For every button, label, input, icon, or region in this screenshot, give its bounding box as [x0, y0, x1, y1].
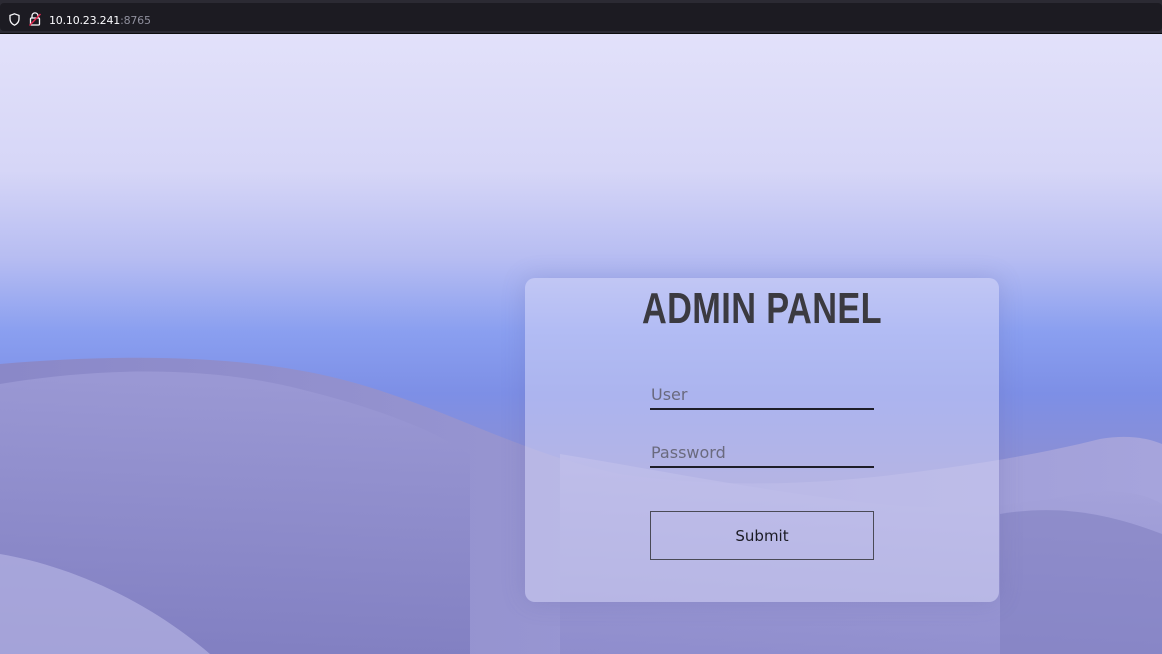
- lock-insecure-icon[interactable]: [29, 12, 41, 26]
- page-viewport: ADMIN PANEL Submit: [0, 34, 1162, 654]
- page-title: ADMIN PANEL: [641, 284, 883, 333]
- user-input[interactable]: [650, 380, 874, 410]
- url-port: :8765: [120, 14, 151, 27]
- password-input[interactable]: [650, 438, 874, 468]
- submit-button[interactable]: Submit: [650, 511, 874, 560]
- url-host: 10.10.23.241: [49, 14, 121, 27]
- login-panel: ADMIN PANEL Submit: [525, 278, 999, 602]
- shield-icon[interactable]: [9, 13, 20, 26]
- browser-toolbar: 10.10.23.241:8765: [0, 0, 1162, 34]
- address-bar[interactable]: 10.10.23.241:8765: [0, 3, 1162, 31]
- url-text[interactable]: 10.10.23.241:8765: [49, 14, 151, 27]
